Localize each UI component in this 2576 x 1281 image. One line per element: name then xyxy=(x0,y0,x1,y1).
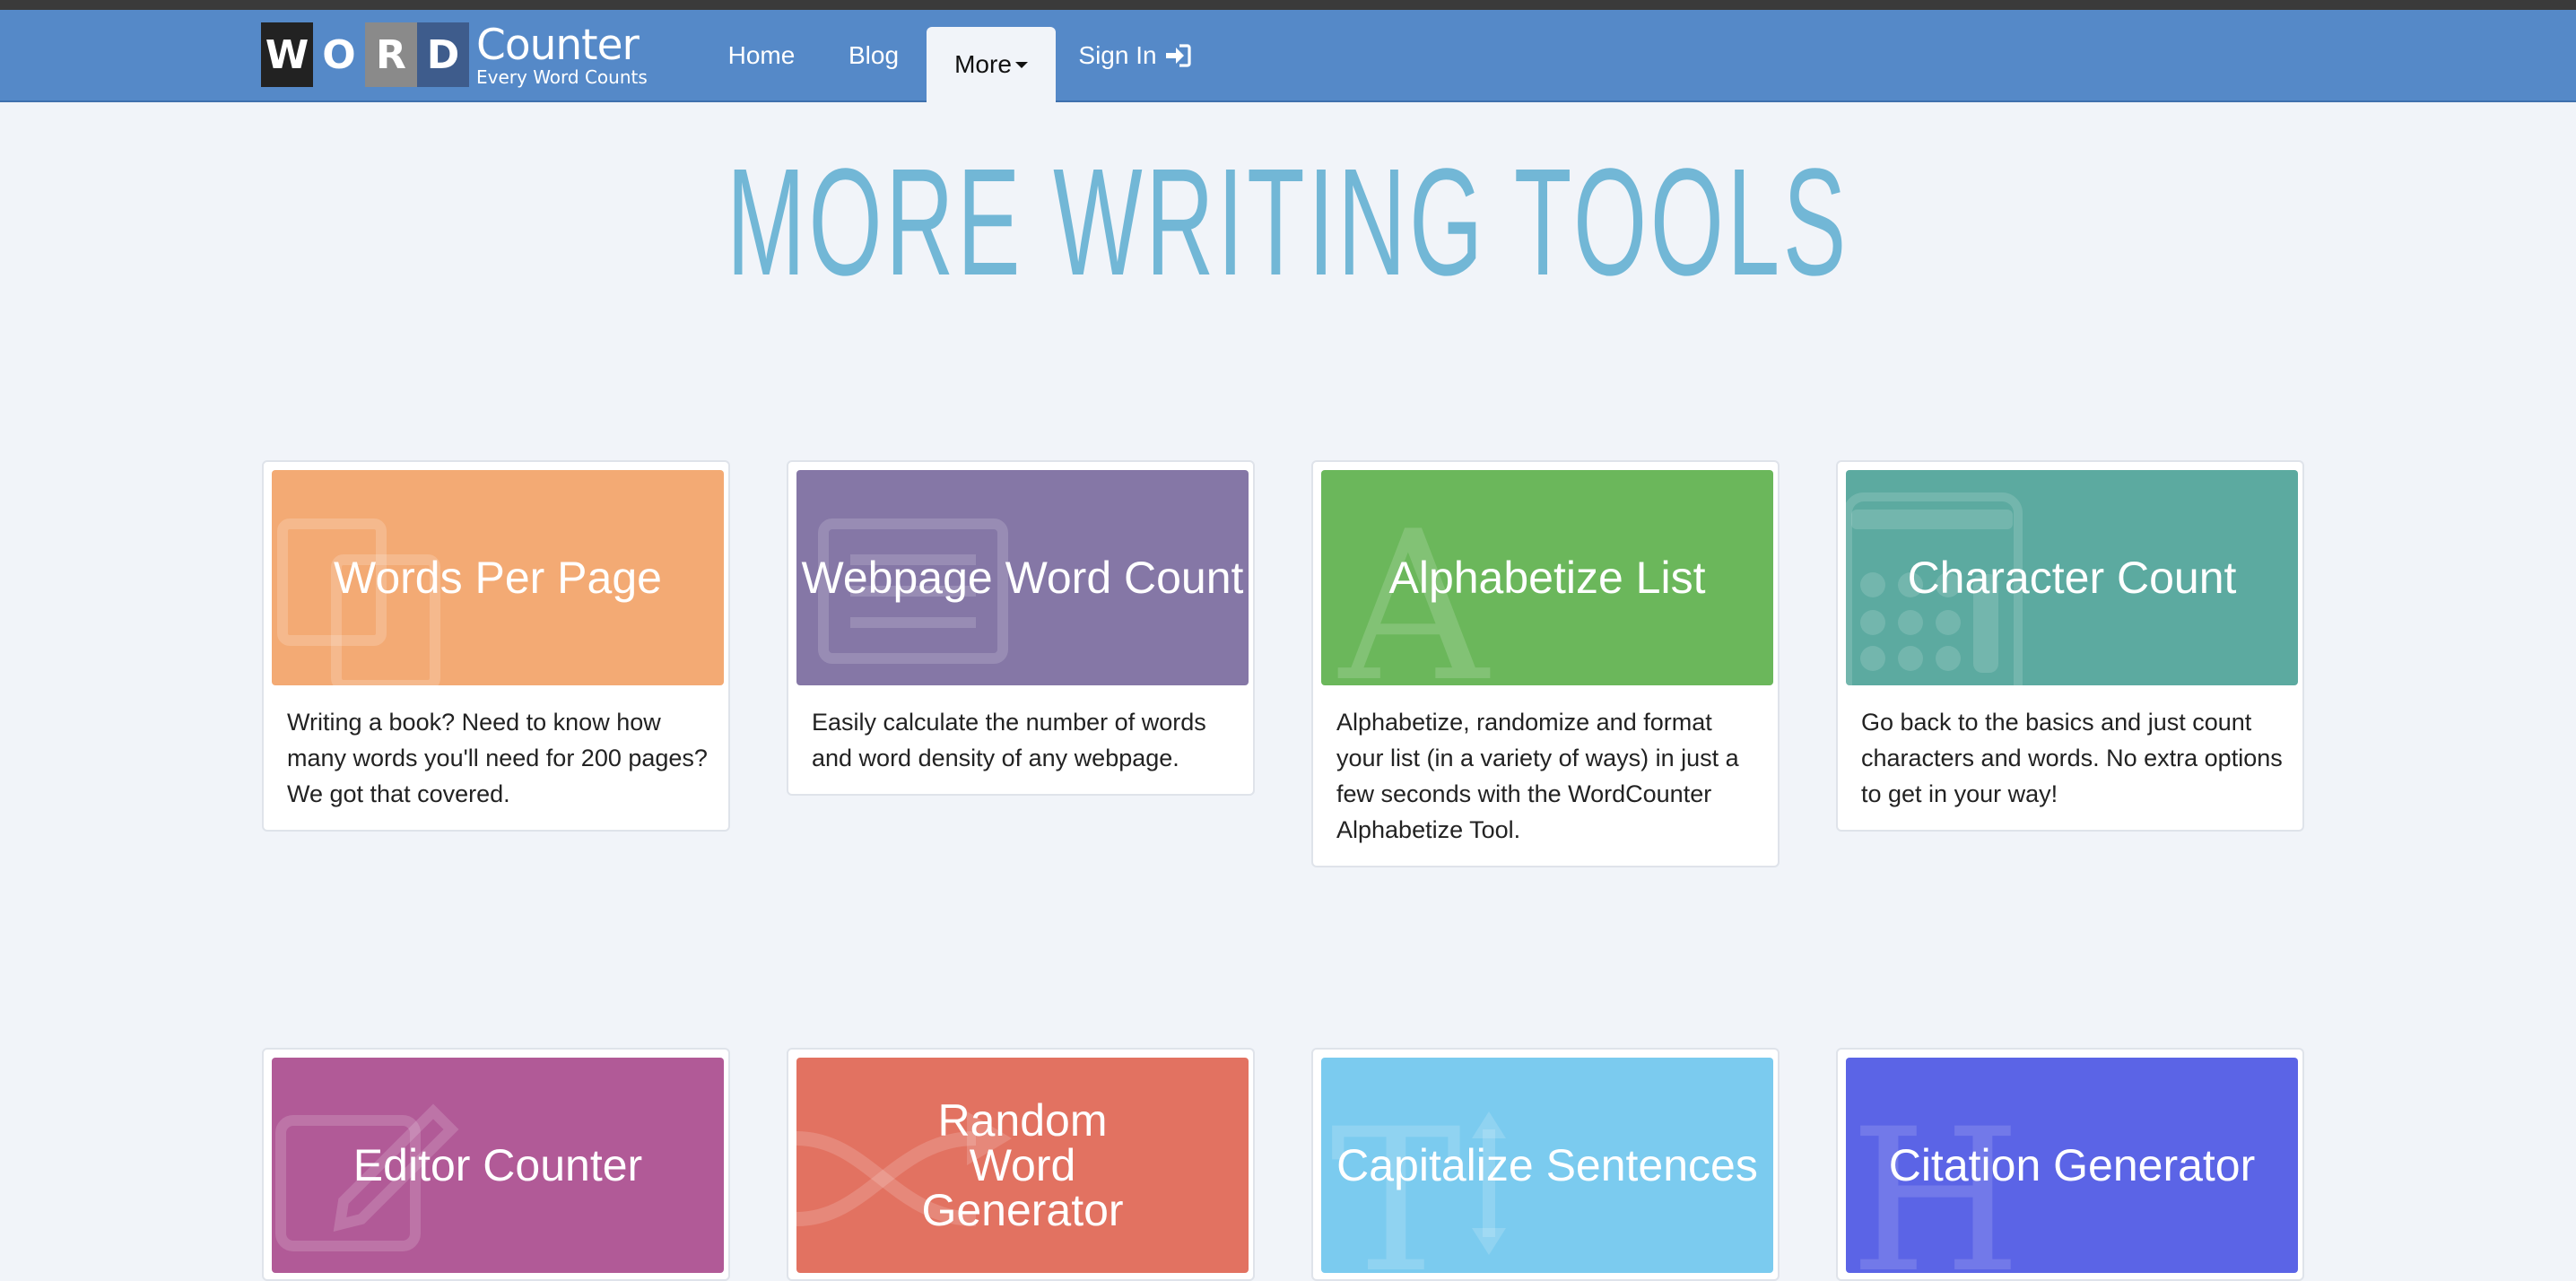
logo-tile-d: D xyxy=(417,22,469,87)
card-banner[interactable]: H Citation Generator xyxy=(1846,1058,2298,1273)
nav-signin-link[interactable]: Sign In xyxy=(1067,10,1202,100)
tool-card-editor-counter[interactable]: Editor Counter xyxy=(262,1048,730,1281)
nav-more-label: More xyxy=(954,50,1012,78)
card-description: Go back to the basics and just count cha… xyxy=(1861,709,2283,807)
card-description: Writing a book? Need to know how many wo… xyxy=(287,709,708,807)
logo-tile-w: W xyxy=(261,22,313,87)
card-title: Words Per Page xyxy=(334,553,662,603)
nav-home-link[interactable]: Home xyxy=(709,10,814,100)
logo-tile-o: O xyxy=(313,22,365,87)
card-title: Capitalize Sentences xyxy=(1336,1140,1758,1190)
card-description: Easily calculate the number of words and… xyxy=(812,709,1206,771)
tool-card-alphabetize-list[interactable]: A Alphabetize List Alphabetize, randomiz… xyxy=(1311,460,1780,867)
card-title: Random Word Generator xyxy=(921,1095,1124,1235)
tool-card-character-count[interactable]: Character Count Go back to the basics an… xyxy=(1836,460,2304,832)
card-title: Citation Generator xyxy=(1888,1140,2256,1190)
tool-card-webpage-word-count[interactable]: Webpage Word Count Easily calculate the … xyxy=(787,460,1255,796)
sign-in-icon xyxy=(1165,43,1191,67)
card-title: Alphabetize List xyxy=(1388,553,1706,603)
logo-brand-name: Counter xyxy=(476,20,640,70)
card-title: Webpage Word Count xyxy=(801,553,1244,603)
card-banner[interactable]: T Capitalize Sentences xyxy=(1321,1058,1773,1273)
site-logo[interactable]: W O R D Counter Every Word Counts xyxy=(261,22,648,87)
tool-card-citation-generator[interactable]: H Citation Generator xyxy=(1836,1048,2304,1281)
page-title: MORE WRITING TOOLS xyxy=(727,137,1849,308)
card-description: Alphabetize, randomize and format your l… xyxy=(1336,709,1739,843)
nav-blog-label: Blog xyxy=(848,40,900,69)
logo-brand: Counter Every Word Counts xyxy=(476,24,648,86)
tool-card-words-per-page[interactable]: Words Per Page Writing a book? Need to k… xyxy=(262,460,730,832)
card-banner[interactable]: A Alphabetize List xyxy=(1321,470,1773,685)
logo-tile-r: R xyxy=(365,22,417,87)
card-banner[interactable]: Words Per Page xyxy=(272,470,724,685)
tool-card-capitalize-sentences[interactable]: T Capitalize Sentences xyxy=(1311,1048,1780,1281)
nav-blog-link[interactable]: Blog xyxy=(830,10,918,100)
navbar: W O R D Counter Every Word Counts Home B… xyxy=(0,10,2576,102)
nav-more-dropdown[interactable]: More xyxy=(927,27,1056,102)
tool-card-random-word-generator[interactable]: Random Word Generator xyxy=(787,1048,1255,1281)
card-title: Editor Counter xyxy=(352,1140,643,1190)
card-banner[interactable]: Random Word Generator xyxy=(796,1058,1249,1273)
card-title: Character Count xyxy=(1907,553,2237,603)
nav-signin-label: Sign In xyxy=(1078,40,1157,69)
nav-home-label: Home xyxy=(727,40,796,69)
window-top-edge xyxy=(0,0,2576,10)
card-banner[interactable]: Character Count xyxy=(1846,470,2298,685)
caret-down-icon xyxy=(1014,61,1028,68)
card-banner[interactable]: Editor Counter xyxy=(272,1058,724,1273)
logo-tagline: Every Word Counts xyxy=(476,65,648,88)
card-banner[interactable]: Webpage Word Count xyxy=(796,470,1249,685)
